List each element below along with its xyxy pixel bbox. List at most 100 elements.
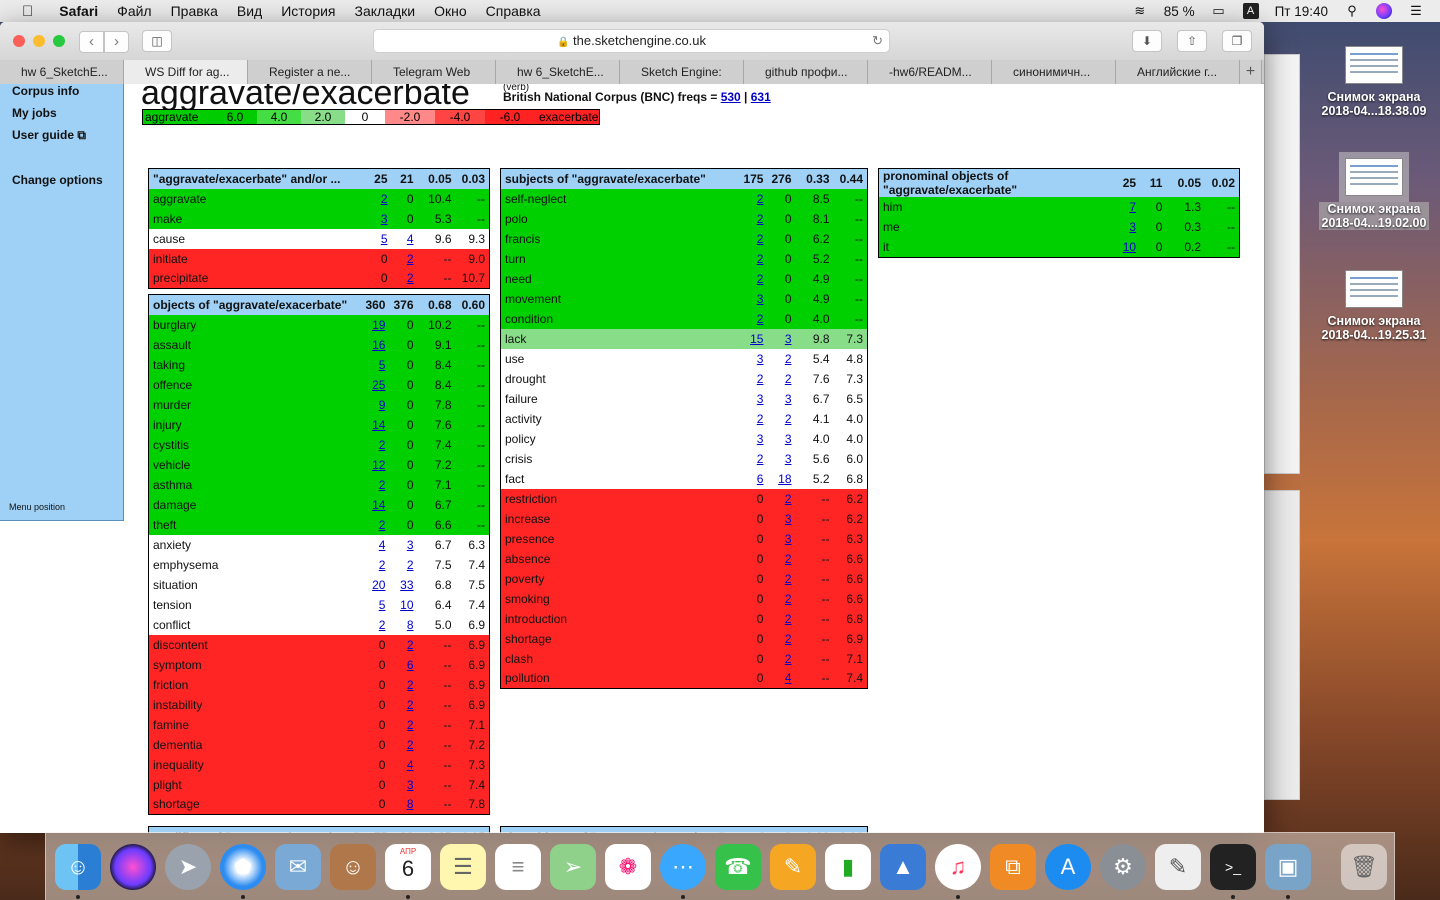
frequency-link[interactable]: 2	[389, 695, 417, 715]
menu-window[interactable]: Окно	[434, 3, 467, 19]
tab[interactable]: github профи...	[744, 60, 868, 84]
address-bar[interactable]: 🔒 the.sketchengine.co.uk ↻	[373, 29, 890, 53]
app-store-icon[interactable]: A	[1045, 844, 1091, 890]
freq-link-1[interactable]: 530	[721, 90, 741, 104]
tab-active[interactable]: WS Diff for ag...	[124, 60, 248, 84]
table-title[interactable]: subjects of "aggravate/exacerbate"	[500, 168, 740, 189]
numbers-icon[interactable]: ▮	[825, 844, 871, 890]
frequency-link[interactable]: 33	[389, 575, 417, 595]
tab[interactable]: Register a ne...	[248, 60, 372, 84]
menu-edit[interactable]: Правка	[171, 3, 218, 19]
table-title[interactable]: "aggravate/exacerbate" and/or ...	[148, 168, 364, 189]
frequency-link[interactable]: 2	[361, 615, 389, 635]
frequency-link[interactable]: 3	[767, 389, 795, 409]
frequency-link[interactable]: 16	[361, 335, 389, 355]
frequency-link[interactable]: 2	[739, 309, 767, 329]
desktop-screenshot-file[interactable]: Снимок экрана 2018-04...18.38.09	[1319, 46, 1429, 118]
maps-icon[interactable]: ➢	[550, 844, 596, 890]
frequency-link[interactable]: 8	[389, 795, 417, 815]
sidebar-item-change-options[interactable]: Change options	[12, 173, 103, 187]
calendar-icon[interactable]: АПР 6	[385, 844, 431, 890]
sidebar-toggle-button[interactable]: ◫	[142, 30, 172, 52]
downloads-button[interactable]: ⬇	[1132, 30, 1162, 52]
keynote-icon[interactable]: ▲	[880, 844, 926, 890]
desktop-screenshot-file[interactable]: Снимок экрана 2018-04...19.02.00	[1319, 152, 1429, 230]
frequency-link[interactable]: 2	[361, 555, 389, 575]
frequency-link[interactable]: 5	[361, 595, 389, 615]
tab[interactable]: hw 6_SketchE...	[0, 60, 124, 84]
frequency-link[interactable]: 3	[767, 329, 795, 349]
frequency-link[interactable]: 3	[1112, 217, 1140, 237]
apple-icon[interactable]: 	[22, 3, 33, 20]
wifi-icon[interactable]: ≋	[1132, 4, 1148, 18]
menu-view[interactable]: Вид	[237, 3, 262, 19]
frequency-link[interactable]: 2	[389, 635, 417, 655]
tab[interactable]: Sketch Engine:	[620, 60, 744, 84]
frequency-link[interactable]: 2	[364, 189, 392, 209]
frequency-link[interactable]: 2	[767, 549, 795, 569]
sidebar-item-corpus-info[interactable]: Corpus info	[12, 84, 79, 98]
siri-icon[interactable]	[110, 844, 156, 890]
notes-icon[interactable]: ☰	[440, 844, 486, 890]
facetime-icon[interactable]: ☎	[715, 844, 761, 890]
menu-file[interactable]: Файл	[117, 3, 151, 19]
frequency-link[interactable]: 2	[389, 715, 417, 735]
messages-icon[interactable]: ⋯	[660, 844, 706, 890]
frequency-link[interactable]: 2	[767, 649, 795, 669]
zoom-window-button[interactable]	[53, 35, 65, 47]
menu-history[interactable]: История	[281, 3, 335, 19]
frequency-link[interactable]: 2	[389, 555, 417, 575]
sidebar-item-my-jobs[interactable]: My jobs	[12, 106, 57, 120]
menu-app-name[interactable]: Safari	[59, 3, 98, 19]
frequency-link[interactable]: 18	[767, 469, 795, 489]
frequency-link[interactable]: 2	[739, 209, 767, 229]
frequency-link[interactable]: 3	[364, 209, 392, 229]
mail-icon[interactable]: ✉	[275, 844, 321, 890]
menu-bookmarks[interactable]: Закладки	[355, 3, 416, 19]
contacts-icon[interactable]: ☺	[330, 844, 376, 890]
frequency-link[interactable]: 10	[389, 595, 417, 615]
background-window[interactable]	[1264, 54, 1300, 474]
frequency-link[interactable]: 2	[739, 189, 767, 209]
frequency-link[interactable]: 2	[739, 369, 767, 389]
frequency-link[interactable]: 3	[767, 509, 795, 529]
background-window[interactable]	[1264, 490, 1300, 800]
frequency-link[interactable]: 4	[392, 229, 418, 249]
frequency-link[interactable]: 4	[389, 755, 417, 775]
new-tab-button[interactable]: +	[1240, 60, 1262, 84]
preview-icon[interactable]: ▣	[1265, 844, 1311, 890]
frequency-link[interactable]: 2	[767, 629, 795, 649]
textedit-icon[interactable]: ✎	[1155, 844, 1201, 890]
share-button[interactable]: ⇧	[1177, 30, 1207, 52]
desktop-screenshot-file[interactable]: Снимок экрана 2018-04...19.25.31	[1319, 270, 1429, 342]
frequency-link[interactable]: 10	[1112, 237, 1140, 257]
frequency-link[interactable]: 3	[767, 449, 795, 469]
frequency-link[interactable]: 2	[767, 489, 795, 509]
frequency-link[interactable]: 3	[767, 529, 795, 549]
pages-icon[interactable]: ✎	[770, 844, 816, 890]
back-button[interactable]: ‹	[79, 31, 104, 53]
frequency-link[interactable]: 3	[389, 535, 417, 555]
tabs-overview-button[interactable]: ❐	[1222, 30, 1252, 52]
frequency-link[interactable]: 5	[364, 229, 392, 249]
frequency-link[interactable]: 12	[361, 455, 389, 475]
tab[interactable]: -hw6/READM...	[868, 60, 992, 84]
system-preferences-icon[interactable]: ⚙	[1100, 844, 1146, 890]
frequency-link[interactable]: 2	[767, 609, 795, 629]
frequency-link[interactable]: 2	[767, 409, 795, 429]
frequency-link[interactable]: 3	[767, 429, 795, 449]
frequency-link[interactable]: 2	[392, 269, 418, 289]
frequency-link[interactable]: 3	[739, 429, 767, 449]
tab[interactable]: Telegram Web	[372, 60, 496, 84]
frequency-link[interactable]: 2	[767, 569, 795, 589]
table-title[interactable]: pronominal objects of "aggravate/exacerb…	[878, 168, 1112, 197]
frequency-link[interactable]: 2	[361, 515, 389, 535]
frequency-link[interactable]: 2	[361, 475, 389, 495]
reminders-icon[interactable]: ≡	[495, 844, 541, 890]
tab[interactable]: синонимичн...	[992, 60, 1116, 84]
frequency-link[interactable]: 3	[739, 389, 767, 409]
battery-percent[interactable]: 85 %	[1164, 4, 1195, 19]
photos-icon[interactable]: ❁	[605, 844, 651, 890]
frequency-link[interactable]: 2	[767, 369, 795, 389]
frequency-link[interactable]: 19	[361, 315, 389, 335]
